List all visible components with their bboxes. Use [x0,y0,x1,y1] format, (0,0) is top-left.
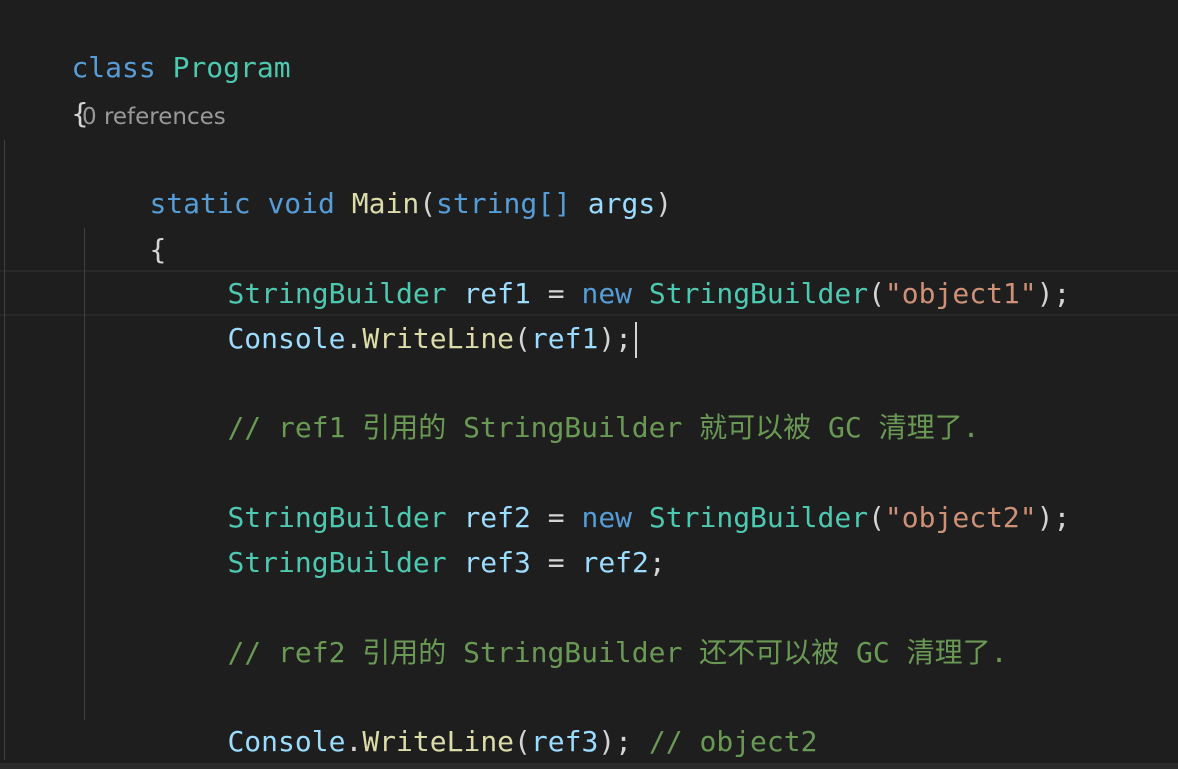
code-line-main-signature[interactable]: static void Main(string[] args) [82,136,672,220]
close-paren-semicolon: ); [598,725,633,758]
argument: ref1 [530,322,599,355]
open-paren: ( [514,725,531,758]
codelens-references[interactable]: 0 references [82,100,226,134]
code-line-console1[interactable]: Console.WriteLine(ref1); [160,271,638,358]
string-literal: "object2" [884,501,1037,534]
code-line-comment2[interactable]: // ref2 引用的 StringBuilder 还不可以被 GC 清理了. [160,585,1007,669]
open-paren: ( [868,501,885,534]
close-paren: ) [655,187,673,220]
code-line-ref3[interactable]: StringBuilder ref3 = ref2; [160,495,665,579]
method-call: WriteLine [362,322,515,355]
code-line-ref2[interactable]: StringBuilder ref2 = new StringBuilder("… [160,450,1070,534]
keyword-void: void [267,187,335,220]
close-paren-semicolon: ); [1036,501,1071,534]
open-paren: ( [419,187,437,220]
semicolon: ; [648,546,666,579]
method-name: Main [351,187,420,220]
assigned-value: ref2 [581,546,649,579]
variable-name: ref3 [463,546,531,579]
inline-comment: // object2 [648,725,818,758]
dot: . [345,725,363,758]
class-ref: Console [227,725,346,758]
code-line-comment1[interactable]: // ref1 引用的 StringBuilder 就可以被 GC 清理了. [160,360,979,444]
argument: ref3 [530,725,599,758]
indent-guide-outer [4,140,5,760]
code-line-close-brace-inner[interactable]: } [82,718,166,763]
constructor-name: StringBuilder [648,501,869,534]
constructor-name: StringBuilder [648,277,869,310]
assign-operator: = [530,546,582,579]
horizontal-scrollbar[interactable] [0,763,1178,769]
close-paren-semicolon: ); [1036,277,1071,310]
class-name: Program [172,51,291,84]
code-line-console2[interactable]: Console.WriteLine(ref3); // object2 [160,674,817,758]
method-call: WriteLine [362,725,515,758]
text-cursor [635,322,638,358]
code-line-ref1[interactable]: StringBuilder ref1 = new StringBuilder("… [160,226,1070,310]
close-paren-semicolon: ); [598,322,633,355]
class-ref: Console [227,322,346,355]
open-paren: ( [868,277,885,310]
open-paren: ( [514,322,531,355]
type-name: StringBuilder [227,546,447,579]
comment-text: // ref2 引用的 StringBuilder 还不可以被 GC 清理了. [227,636,1008,669]
param-name: args [587,187,656,220]
code-line-class[interactable]: class Program [4,0,290,84]
code-editor[interactable]: class Program { 0 references static void… [0,0,1178,769]
dot: . [345,322,363,355]
comment-text: // ref1 引用的 StringBuilder 就可以被 GC 清理了. [227,411,980,444]
code-line-open-brace-outer[interactable]: { [4,46,88,130]
string-literal: "object1" [884,277,1037,310]
code-line-open-brace-inner[interactable]: { [82,182,166,266]
param-type: string[] [436,187,571,220]
